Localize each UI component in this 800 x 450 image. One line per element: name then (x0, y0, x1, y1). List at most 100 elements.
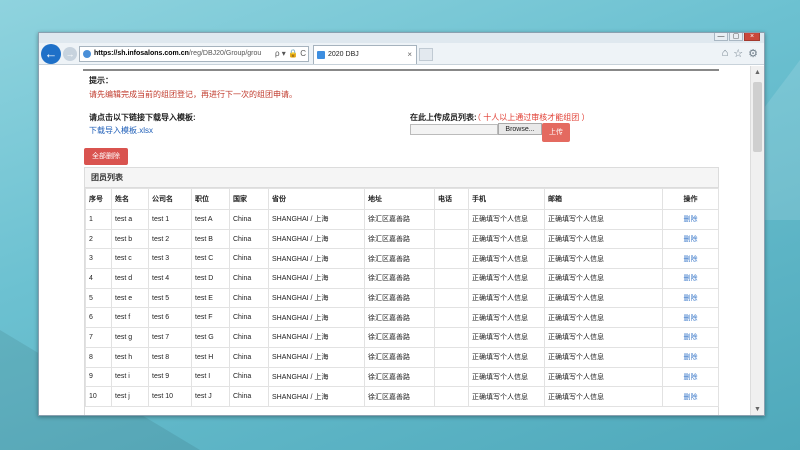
delete-row-link[interactable]: 删除 (684, 295, 698, 302)
cell-province: SHANGHAI / 上海 (268, 386, 365, 407)
cell-mobile: 正确填写个人信息 (468, 287, 545, 309)
member-list-panel: 团员列表 序号 姓名 公司名 职位 国家 省份 地址 电话 手机 邮箱 操作 1… (84, 167, 719, 415)
delete-row-link[interactable]: 删除 (684, 275, 698, 282)
settings-gear-icon[interactable]: ⚙ (748, 47, 758, 60)
home-icon[interactable]: ⌂ (722, 47, 729, 60)
cell-company-name: test 10 (148, 386, 192, 407)
cell-phone (434, 228, 469, 250)
scroll-up-icon[interactable]: ▲ (751, 66, 764, 80)
title-bar: — ▢ × (39, 33, 764, 43)
new-tab-button[interactable] (419, 48, 433, 61)
cell-mobile: 正确填写个人信息 (468, 386, 545, 407)
delete-row-link[interactable]: 删除 (684, 315, 698, 322)
vertical-scrollbar[interactable]: ▲ ▼ (750, 66, 764, 415)
scroll-thumb[interactable] (753, 82, 762, 152)
delete-row-link[interactable]: 删除 (684, 354, 698, 361)
delete-row-link[interactable]: 删除 (684, 216, 698, 223)
cell-email: 正确填写个人信息 (544, 287, 663, 309)
col-header: 职位 (191, 188, 230, 210)
cell-province: SHANGHAI / 上海 (268, 287, 365, 309)
hint-label: 提示： (89, 76, 113, 85)
table-row: 10 test j test 10 test J China SHANGHAI / 上海徐… (85, 386, 719, 407)
tab-favicon-icon (317, 51, 325, 59)
cell-province: SHANGHAI / 上海 (268, 228, 365, 250)
table-row: 4 test d test 4 test D China SHANGHAI / 上海 徐汇区… (85, 268, 719, 289)
delete-row-link[interactable]: 删除 (684, 374, 698, 381)
browse-button[interactable]: Browse... (498, 123, 542, 135)
cell-country: China (229, 327, 269, 348)
cell-phone (434, 307, 469, 329)
upload-button[interactable]: 上传 (542, 123, 570, 142)
delete-all-button[interactable]: 全部删除 (84, 148, 128, 165)
cell-operation: 删除 (662, 307, 719, 329)
tab-close-icon[interactable]: × (407, 46, 412, 64)
cell-row-index: 4 (85, 268, 112, 289)
minimize-button[interactable]: — (714, 33, 728, 41)
file-path-input[interactable] (410, 124, 498, 135)
cell-address: 徐汇区嘉善路 (364, 327, 435, 348)
cell-phone (434, 386, 469, 407)
cell-address: 徐汇区嘉善路 (364, 307, 435, 329)
page-content: 提示： 请先编辑完成当前的组团登记，再进行下一次的组团申请。 请点击以下链接下载… (39, 66, 751, 415)
col-header: 邮箱 (544, 188, 663, 210)
close-window-button[interactable]: × (744, 33, 760, 41)
cell-member-name: test g (111, 327, 149, 348)
cell-job-title: test F (191, 307, 230, 329)
cell-job-title: test G (191, 327, 230, 348)
cell-operation: 删除 (662, 386, 719, 407)
cell-operation: 删除 (662, 366, 719, 388)
browser-tab[interactable]: 2020 DBJ × (313, 45, 417, 64)
cell-country: China (229, 248, 269, 270)
cell-company-name: test 9 (148, 366, 192, 388)
cell-country: China (229, 366, 269, 388)
cell-company-name: test 7 (148, 327, 192, 348)
cell-address: 徐汇区嘉善路 (364, 386, 435, 407)
cell-country: China (229, 228, 269, 250)
cell-address: 徐汇区嘉善路 (364, 366, 435, 388)
cell-phone (434, 287, 469, 309)
cell-operation: 删除 (662, 287, 719, 309)
download-template-link[interactable]: 下载导入模板.xlsx (89, 125, 153, 136)
favorites-star-icon[interactable]: ☆ (733, 47, 743, 60)
cell-job-title: test I (191, 366, 230, 388)
forward-button[interactable]: → (63, 47, 77, 61)
col-header: 省份 (268, 188, 365, 210)
delete-row-link[interactable]: 删除 (684, 334, 698, 341)
delete-row-link[interactable]: 删除 (684, 236, 698, 243)
cell-mobile: 正确填写个人信息 (468, 209, 545, 230)
col-header: 姓名 (111, 188, 149, 210)
cell-province: SHANGHAI / 上海 (268, 327, 365, 348)
cell-phone (434, 346, 469, 368)
cell-operation: 删除 (662, 209, 719, 230)
cell-province: SHANGHAI / 上海 (268, 366, 365, 388)
cell-member-name: test b (111, 228, 149, 250)
maximize-button[interactable]: ▢ (729, 33, 743, 41)
cell-mobile: 正确填写个人信息 (468, 248, 545, 270)
cell-company-name: test 2 (148, 228, 192, 250)
cell-email: 正确填写个人信息 (544, 346, 663, 368)
cell-member-name: test j (111, 386, 149, 407)
cell-job-title: test J (191, 386, 230, 407)
col-header: 操作 (662, 188, 719, 210)
upload-label: 在此上传成员列表: (410, 113, 477, 122)
cell-address: 徐汇区嘉善路 (364, 346, 435, 368)
cell-email: 正确填写个人信息 (544, 209, 663, 230)
back-button[interactable]: ← (41, 44, 61, 64)
cell-province: SHANGHAI / 上海 (268, 307, 365, 329)
address-bar[interactable]: https://sh.infosalons.com.cn/reg/DBJ20/G… (79, 46, 309, 62)
col-header: 公司名 (148, 188, 192, 210)
cell-row-index: 2 (85, 228, 112, 250)
cell-mobile: 正确填写个人信息 (468, 346, 545, 368)
delete-row-link[interactable]: 删除 (684, 256, 698, 263)
divider (83, 69, 719, 71)
navigation-bar: ← → https://sh.infosalons.com.cn/reg/DBJ… (39, 43, 764, 65)
scroll-down-icon[interactable]: ▼ (751, 403, 764, 415)
cell-email: 正确填写个人信息 (544, 228, 663, 250)
cell-mobile: 正确填写个人信息 (468, 366, 545, 388)
cell-operation: 删除 (662, 327, 719, 348)
delete-row-link[interactable]: 删除 (684, 394, 698, 401)
address-tools[interactable]: ρ ▾ 🔒 C (275, 47, 306, 61)
cell-email: 正确填写个人信息 (544, 366, 663, 388)
cell-row-index: 1 (85, 209, 112, 230)
table-row: 6 test f test 6 test F China SHANGHAI / 上海 徐汇区… (85, 307, 719, 329)
